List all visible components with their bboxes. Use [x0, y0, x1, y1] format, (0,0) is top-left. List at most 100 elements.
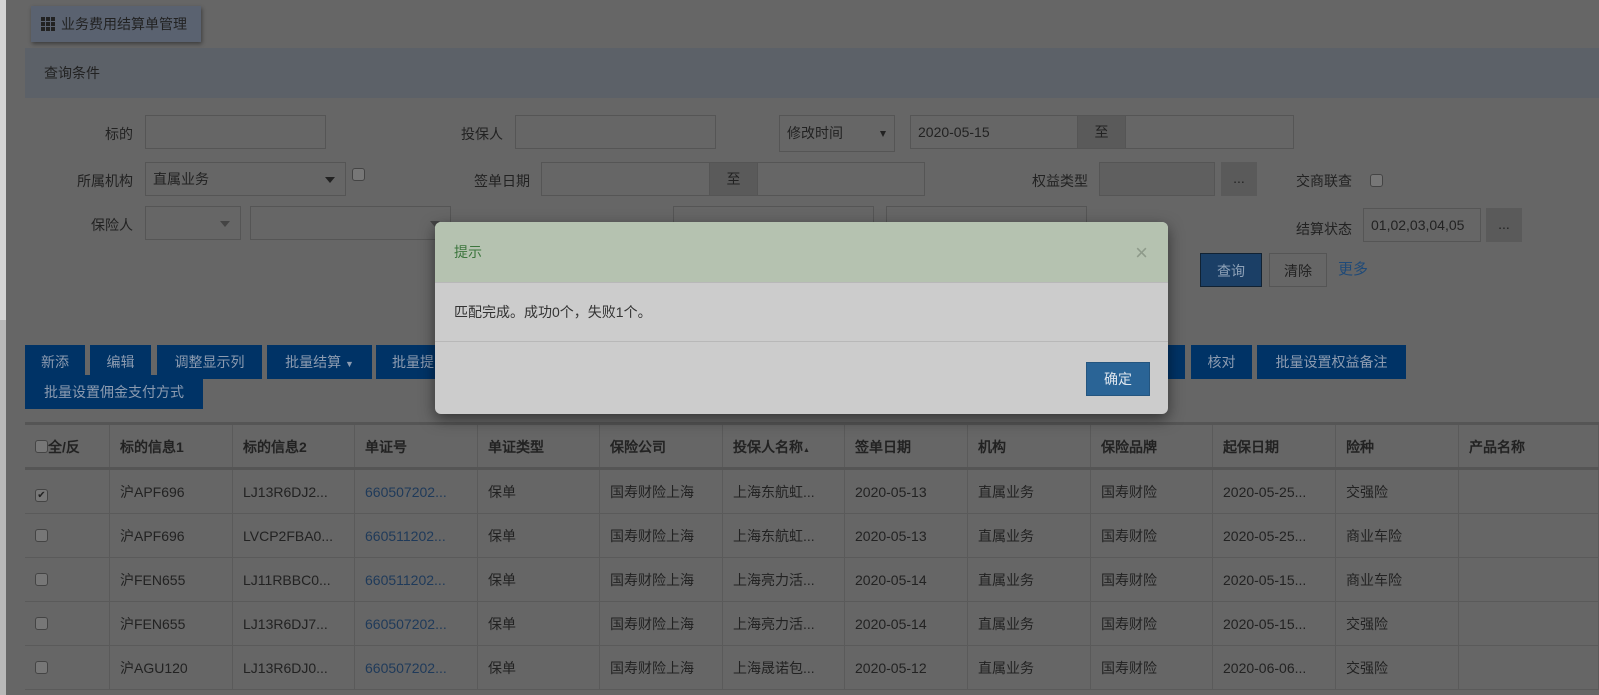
insurer-select[interactable] [145, 206, 241, 240]
table-cell: 直属业务 [968, 558, 1091, 601]
column-header-label: 单证号 [365, 439, 407, 455]
table-cell: 2020-06-06... [1213, 646, 1336, 689]
add-button[interactable]: 新添 [25, 345, 85, 379]
sort-asc-icon[interactable]: ▲ [803, 447, 810, 454]
table-cell: 国寿财险上海 [600, 514, 723, 557]
batch-settle-dropdown[interactable]: 批量结算 ▼ [267, 345, 372, 379]
equity-input[interactable] [1099, 162, 1215, 196]
table-cell: 国寿财险 [1091, 558, 1213, 601]
clear-button[interactable]: 清除 [1269, 253, 1327, 287]
batch-commission-payment-button[interactable]: 批量设置佣金支付方式 [25, 375, 203, 409]
column-header[interactable]: 标的信息2 [233, 425, 355, 467]
column-header-label: 险种 [1346, 439, 1374, 455]
column-header-label: 签单日期 [855, 439, 911, 455]
table-cell: 直属业务 [968, 470, 1091, 513]
insurer-sub-select[interactable] [250, 206, 451, 240]
date-from-input[interactable]: 2020-05-15 [910, 115, 1078, 149]
policy-number-link[interactable]: 660507202... [355, 602, 478, 645]
org-include-checkbox[interactable] [352, 168, 365, 181]
table-row[interactable]: ✔ 沪APF696 LJ13R6DJ2... 660507202... 保单 国寿财险上海… [25, 470, 1599, 514]
chevron-down-icon [880, 131, 886, 137]
column-header[interactable]: 产品名称 [1459, 425, 1599, 467]
row-checkbox[interactable]: ✔ [35, 489, 48, 502]
status-input[interactable]: 01,02,03,04,05 [1363, 208, 1481, 242]
table-cell: 沪AGU120 [110, 646, 233, 689]
page-title-tab[interactable]: 业务费用结算单管理 [31, 6, 201, 42]
column-header[interactable]: 险种 [1336, 425, 1459, 467]
batch-settle-label: 批量结算 [285, 354, 342, 370]
column-header[interactable]: 起保日期 [1213, 425, 1336, 467]
search-button[interactable]: 查询 [1200, 253, 1262, 287]
sign-to-input[interactable] [757, 162, 925, 196]
org-select[interactable]: 直属业务 [145, 162, 346, 196]
batch-equity-remark-button[interactable]: 批量设置权益备注 [1257, 345, 1406, 379]
table-cell: 上海亮力活... [723, 558, 845, 601]
table-cell: 国寿财险 [1091, 514, 1213, 557]
cross-query-checkbox[interactable] [1370, 174, 1383, 187]
row-select-cell [25, 646, 110, 689]
table-cell: 国寿财险 [1091, 470, 1213, 513]
column-header[interactable]: 签单日期 [845, 425, 968, 467]
settlement-table: 全/反 标的信息1 标的信息2 单证号 单证类型 保险公司 投保人名称▲ 签单日期 机构 保险品牌… [25, 422, 1599, 690]
table-cell: 直属业务 [968, 646, 1091, 689]
table-row[interactable]: 沪AGU120 LJ13R6DJ0... 660507202... 保单 国寿财险上海上… [25, 646, 1599, 690]
column-header[interactable]: 单证号 [355, 425, 478, 467]
table-cell: 国寿财险上海 [600, 470, 723, 513]
adjust-columns-button[interactable]: 调整显示列 [157, 345, 262, 379]
column-header[interactable]: 投保人名称▲ [723, 425, 845, 467]
ok-button[interactable]: 确定 [1086, 362, 1150, 396]
policy-number-link[interactable]: 660507202... [355, 470, 478, 513]
table-cell [1459, 602, 1599, 645]
policy-number-link[interactable]: 660511202... [355, 514, 478, 557]
column-header[interactable]: 保险品牌 [1091, 425, 1213, 467]
to-addon: 至 [1077, 115, 1126, 149]
table-row[interactable]: 沪FEN655 LJ13R6DJ7... 660507202... 保单 国寿财险上海上… [25, 602, 1599, 646]
biaodi-input[interactable] [145, 115, 326, 149]
time-type-select[interactable]: 修改时间 [779, 115, 895, 152]
table-cell: 2020-05-12 [845, 646, 968, 689]
equity-label: 权益类型 [1032, 173, 1088, 189]
policy-number-link[interactable]: 660511202... [355, 558, 478, 601]
table-cell: 国寿财险上海 [600, 558, 723, 601]
table-cell [1459, 558, 1599, 601]
table-cell: LJ13R6DJ7... [233, 602, 355, 645]
more-link[interactable]: 更多 [1338, 258, 1368, 279]
table-cell: 商业车险 [1336, 514, 1459, 557]
org-label: 所属机构 [77, 173, 133, 189]
table-cell: LVCP2FBA0... [233, 514, 355, 557]
column-header[interactable]: 保险公司 [600, 425, 723, 467]
column-header-label: 单证类型 [488, 439, 544, 455]
insurer-label: 保险人 [91, 217, 133, 233]
verify-button[interactable]: 核对 [1191, 345, 1252, 379]
row-checkbox[interactable] [35, 617, 48, 630]
edit-button[interactable]: 编辑 [90, 345, 151, 379]
column-header[interactable]: 单证类型 [478, 425, 600, 467]
table-cell: 交强险 [1336, 602, 1459, 645]
equity-picker-button[interactable]: ... [1221, 162, 1257, 196]
table-cell: 上海亮力活... [723, 602, 845, 645]
table-cell: 2020-05-13 [845, 470, 968, 513]
table-cell: 沪APF696 [110, 470, 233, 513]
column-header[interactable]: 标的信息1 [110, 425, 233, 467]
date-to-input[interactable] [1125, 115, 1294, 149]
column-header[interactable]: 全/反 [25, 425, 110, 467]
close-icon[interactable]: × [1135, 222, 1148, 283]
status-picker-button[interactable]: ... [1486, 208, 1522, 242]
table-cell: 国寿财险 [1091, 602, 1213, 645]
row-checkbox[interactable] [35, 661, 48, 674]
table-cell [1459, 646, 1599, 689]
table-row[interactable]: 沪FEN655 LJ11RBBC0... 660511202... 保单 国寿财险上海上… [25, 558, 1599, 602]
column-header[interactable]: 机构 [968, 425, 1091, 467]
row-select-cell: ✔ [25, 470, 110, 513]
row-checkbox[interactable] [35, 529, 48, 542]
sign-from-input[interactable] [541, 162, 710, 196]
policy-number-link[interactable]: 660507202... [355, 646, 478, 689]
table-row[interactable]: 沪APF696 LVCP2FBA0... 660511202... 保单 国寿财险上海上… [25, 514, 1599, 558]
table-cell: LJ11RBBC0... [233, 558, 355, 601]
toubaoren-label: 投保人 [461, 126, 503, 142]
row-checkbox[interactable] [35, 573, 48, 586]
select-all-checkbox[interactable] [35, 440, 48, 453]
toubaoren-input[interactable] [515, 115, 716, 149]
modal-message: 匹配完成。成功0个，失败1个。 [435, 283, 1168, 342]
alert-modal: 提示 × 匹配完成。成功0个，失败1个。 确定 [435, 222, 1168, 414]
